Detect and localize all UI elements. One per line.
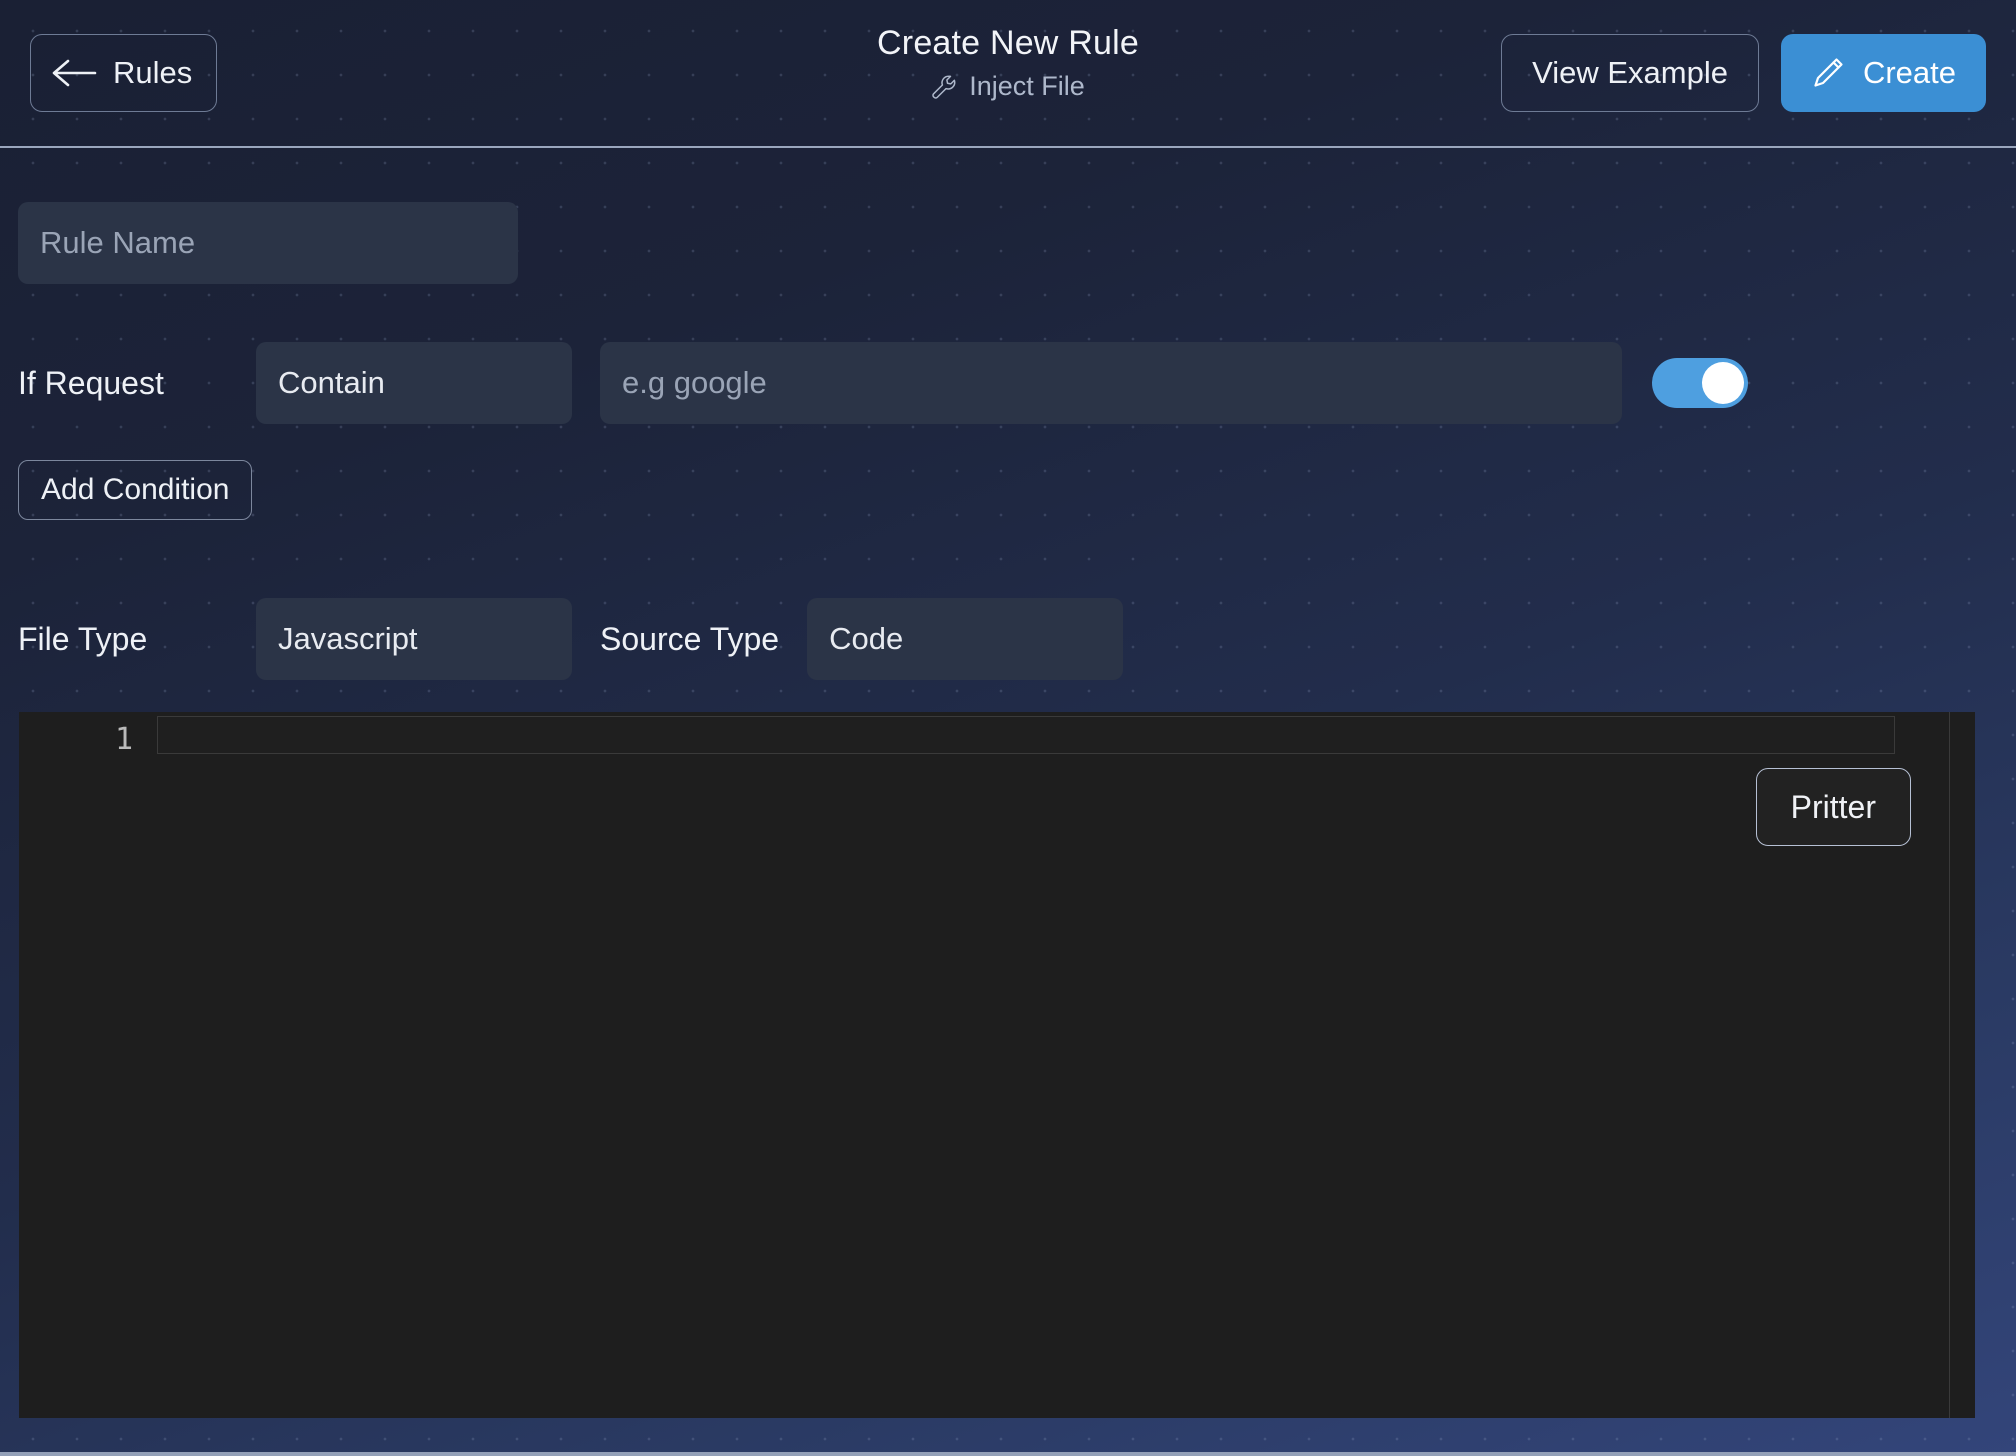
source-type-select[interactable]: Code	[807, 598, 1124, 680]
file-type-label: File Type	[18, 620, 148, 657]
add-condition-row: Add Condition	[18, 424, 1998, 520]
header-actions-group: View Example Create	[1501, 34, 1986, 112]
header-left-group: Rules	[30, 34, 218, 112]
code-editor[interactable]: 1 Pritter	[19, 712, 1975, 1418]
editor-line-number: 1	[114, 722, 133, 757]
bottom-divider	[0, 1452, 2016, 1456]
rule-form: If Request Contain Add Condition File Ty…	[0, 148, 2016, 680]
condition-enabled-toggle[interactable]	[1652, 358, 1748, 408]
source-type-label: Source Type	[600, 620, 780, 657]
rule-name-row	[18, 148, 1998, 284]
pencil-icon	[1811, 56, 1845, 90]
back-to-rules-button[interactable]: Rules	[30, 34, 218, 112]
editor-active-line[interactable]	[157, 716, 1895, 754]
add-condition-button[interactable]: Add Condition	[18, 460, 253, 520]
rule-name-input[interactable]	[18, 202, 518, 284]
arrow-left-icon	[51, 58, 97, 88]
wrench-icon	[931, 74, 957, 100]
back-button-label: Rules	[113, 55, 193, 90]
app-header: Rules Create New Rule Inject File View E…	[0, 0, 2016, 148]
if-request-label: If Request	[18, 364, 164, 401]
toggle-knob	[1702, 362, 1744, 404]
type-selectors-row: File Type Javascript Source Type Code	[18, 520, 1998, 680]
view-example-button[interactable]: View Example	[1501, 34, 1759, 112]
create-button-label: Create	[1862, 55, 1956, 90]
editor-right-divider	[1949, 712, 1950, 1418]
editor-gutter: 1	[19, 712, 155, 1418]
file-type-select[interactable]: Javascript	[256, 598, 572, 680]
format-code-button[interactable]: Pritter	[1755, 768, 1911, 846]
condition-value-input[interactable]	[600, 342, 1622, 424]
condition-row: If Request Contain	[18, 284, 1998, 424]
condition-operator-select[interactable]: Contain	[256, 342, 572, 424]
page-subtitle-label: Inject File	[969, 71, 1085, 101]
create-rule-button[interactable]: Create	[1780, 34, 1986, 112]
app-root: Rules Create New Rule Inject File View E…	[0, 0, 2016, 1456]
